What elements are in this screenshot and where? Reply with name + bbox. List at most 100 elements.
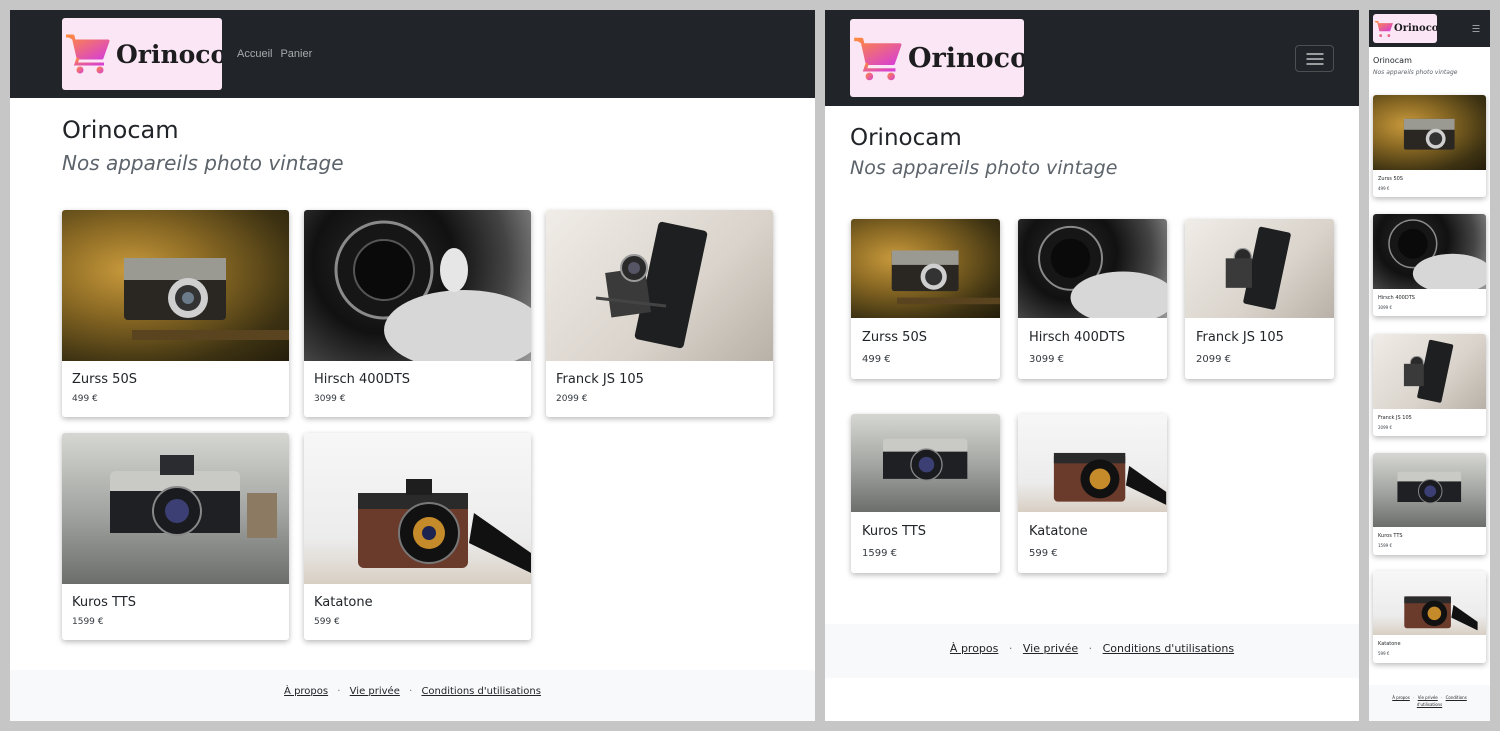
- footer-separator: ·: [337, 686, 341, 697]
- footer-link-privacy[interactable]: Vie privée: [1023, 642, 1078, 655]
- product-price: 599 €: [1378, 651, 1390, 656]
- product-price: 3099 €: [314, 394, 346, 404]
- product-price: 3099 €: [1029, 354, 1064, 365]
- page-subtitle: Nos appareils photo vintage: [1373, 69, 1458, 76]
- product-price: 1599 €: [862, 548, 897, 559]
- footer-link-about[interactable]: À propos: [950, 642, 998, 655]
- product-price: 3099 €: [1378, 305, 1392, 310]
- product-photo[interactable]: [1373, 95, 1486, 170]
- product-photo[interactable]: [1373, 334, 1486, 409]
- product-card[interactable]: Hirsch 400DTS 3099 €: [304, 210, 531, 417]
- page-title: Orinocam: [62, 116, 179, 144]
- product-price: 499 €: [1378, 186, 1390, 191]
- footer-link-about[interactable]: À propos: [1392, 695, 1410, 700]
- cart-icon: [1374, 21, 1393, 37]
- product-price: 1599 €: [1378, 543, 1392, 548]
- brand-name: Orinoco: [116, 40, 222, 69]
- navbar-toggler[interactable]: [1468, 22, 1484, 34]
- product-card[interactable]: Kuros TTS 1599 €: [62, 433, 289, 640]
- product-name: Katatone: [1378, 641, 1401, 647]
- navbar-toggler[interactable]: [1295, 45, 1334, 72]
- product-name: Franck JS 105: [1196, 330, 1284, 345]
- footer-link-terms[interactable]: Conditions d'utilisations: [421, 686, 541, 697]
- product-card[interactable]: Katatone 599 €: [1373, 571, 1486, 663]
- footer-link-privacy[interactable]: Vie privée: [1418, 695, 1438, 700]
- page-subtitle: Nos appareils photo vintage: [62, 151, 344, 175]
- brand-logo[interactable]: Orinoco: [850, 19, 1024, 97]
- footer: À propos · Vie privée · Conditions d'uti…: [10, 670, 815, 721]
- product-photo[interactable]: [304, 210, 531, 361]
- footer-link-terms[interactable]: Conditions d'utilisations: [1103, 642, 1234, 655]
- cart-icon: [66, 34, 110, 74]
- product-card[interactable]: Franck JS 105 2099 €: [546, 210, 773, 417]
- product-photo[interactable]: [1018, 414, 1167, 512]
- product-price: 1599 €: [72, 617, 104, 627]
- product-photo[interactable]: [851, 414, 1000, 512]
- product-photo[interactable]: [851, 219, 1000, 318]
- footer-link-privacy[interactable]: Vie privée: [350, 686, 400, 697]
- product-card[interactable]: Katatone 599 €: [304, 433, 531, 640]
- product-name: Kuros TTS: [1378, 533, 1403, 539]
- page-subtitle: Nos appareils photo vintage: [850, 157, 1118, 179]
- footer: À propos · Vie privée · Conditions d'uti…: [825, 624, 1359, 678]
- product-card[interactable]: Hirsch 400DTS 3099 €: [1018, 219, 1167, 379]
- product-card[interactable]: Zurss 50S 499 €: [62, 210, 289, 417]
- product-price: 2099 €: [556, 394, 588, 404]
- product-photo[interactable]: [1373, 453, 1486, 527]
- product-card[interactable]: Franck JS 105 2099 €: [1185, 219, 1334, 379]
- product-name: Franck JS 105: [556, 372, 644, 387]
- brand-name: Orinoco: [908, 43, 1024, 74]
- navbar: Orinoco Accueil Panier: [10, 10, 815, 98]
- product-price: 599 €: [1029, 548, 1058, 559]
- nav-link-accueil[interactable]: Accueil: [237, 48, 272, 60]
- footer-separator: ·: [409, 686, 413, 697]
- product-card[interactable]: Katatone 599 €: [1018, 414, 1167, 573]
- product-name: Zurss 50S: [1378, 176, 1403, 182]
- product-photo[interactable]: [546, 210, 773, 361]
- product-name: Zurss 50S: [72, 372, 137, 387]
- product-name: Hirsch 400DTS: [314, 372, 411, 387]
- product-card[interactable]: Kuros TTS 1599 €: [1373, 453, 1486, 555]
- product-photo[interactable]: [1373, 571, 1486, 635]
- brand-logo[interactable]: Orinoco: [1373, 14, 1437, 43]
- product-price: 2099 €: [1378, 425, 1392, 430]
- product-card[interactable]: Kuros TTS 1599 €: [851, 414, 1000, 573]
- footer-separator: ·: [1088, 642, 1093, 655]
- footer-links: À propos · Vie privée · Conditions d'uti…: [825, 642, 1359, 655]
- footer: À propos · Vie privée · Conditions d'uti…: [1369, 685, 1490, 721]
- product-photo[interactable]: [1185, 219, 1334, 318]
- product-photo[interactable]: [1018, 219, 1167, 318]
- nav-links: Accueil Panier: [237, 48, 312, 60]
- footer-links: À propos · Vie privée · Conditions d'uti…: [10, 686, 815, 697]
- tablet-viewport: Orinoco Orinocam Nos appareils photo vin…: [825, 10, 1359, 721]
- product-card[interactable]: Zurss 50S 499 €: [851, 219, 1000, 379]
- page-title: Orinocam: [850, 125, 962, 151]
- product-price: 499 €: [72, 394, 98, 404]
- cart-icon: [854, 37, 902, 81]
- product-name: Katatone: [314, 595, 373, 610]
- product-photo[interactable]: [1373, 214, 1486, 289]
- navbar: Orinoco: [825, 10, 1359, 106]
- product-name: Zurss 50S: [862, 330, 927, 345]
- footer-separator: ·: [1413, 695, 1415, 700]
- product-price: 599 €: [314, 617, 340, 627]
- brand-logo[interactable]: Orinoco: [62, 18, 222, 90]
- product-card[interactable]: Franck JS 105 2099 €: [1373, 334, 1486, 436]
- product-name: Kuros TTS: [72, 595, 136, 610]
- page-title: Orinocam: [1373, 56, 1412, 65]
- product-name: Franck JS 105: [1378, 415, 1412, 421]
- product-name: Kuros TTS: [862, 524, 926, 539]
- product-photo[interactable]: [62, 210, 289, 361]
- mobile-viewport: Orinoco Orinocam Nos appareils photo vin…: [1369, 10, 1490, 721]
- footer-link-about[interactable]: À propos: [284, 686, 328, 697]
- product-name: Katatone: [1029, 524, 1088, 539]
- desktop-viewport: Orinoco Accueil Panier Orinocam Nos appa…: [10, 10, 815, 721]
- product-photo[interactable]: [304, 433, 531, 584]
- product-photo[interactable]: [62, 433, 289, 584]
- footer-separator: ·: [1008, 642, 1013, 655]
- product-card[interactable]: Zurss 50S 499 €: [1373, 95, 1486, 197]
- footer-links: À propos · Vie privée · Conditions d'uti…: [1369, 694, 1490, 708]
- product-name: Hirsch 400DTS: [1378, 295, 1415, 301]
- nav-link-panier[interactable]: Panier: [280, 48, 312, 60]
- product-card[interactable]: Hirsch 400DTS 3099 €: [1373, 214, 1486, 316]
